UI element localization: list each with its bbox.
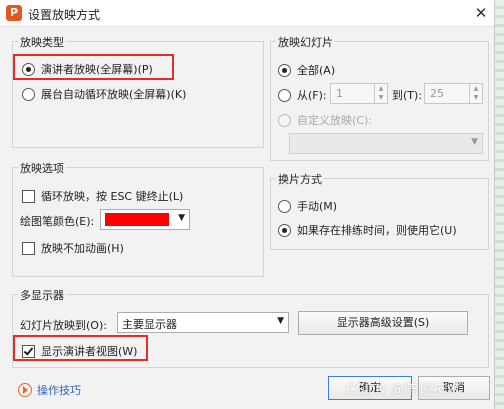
no-animation-checkbox[interactable]: 放映不加动画(H): [22, 240, 124, 256]
monitor-advanced-button[interactable]: 显示器高级设置(S): [298, 311, 468, 335]
radio-manual-indicator[interactable]: [278, 199, 291, 213]
radio-use-timings[interactable]: 如果存在排练时间，则使用它(U): [278, 222, 457, 238]
background-window-edge: [495, 0, 504, 409]
to-label: 到(T):: [392, 89, 423, 102]
timings-label: 如果存在排练时间，则使用它(U): [297, 224, 457, 237]
radio-manual-advance[interactable]: 手动(M): [278, 198, 337, 214]
advance-group: [270, 178, 489, 250]
radio-all-label: 全部(A): [297, 64, 336, 77]
highlight-box-presenter: [13, 54, 174, 80]
show-on-select[interactable]: 主要显示器 ▼: [117, 312, 289, 333]
show-on-value: 主要显示器: [122, 318, 177, 331]
chevron-down-icon: ▼: [471, 137, 478, 147]
show-type-legend: 放映类型: [18, 34, 66, 50]
watermark-text: CSDN @陈说技术: [346, 382, 461, 398]
loop-checkbox-box[interactable]: [22, 189, 35, 203]
chevron-down-icon: ▼: [277, 316, 284, 326]
tips-link[interactable]: 操作技巧: [18, 382, 81, 398]
show-on-label: 幻灯片放映到(O):: [20, 319, 107, 332]
pen-color-label: 绘图笔颜色(E):: [20, 215, 95, 228]
close-icon[interactable]: ✕: [472, 4, 490, 22]
radio-custom-indicator[interactable]: [278, 113, 291, 127]
dialog-window: P 设置放映方式 ✕ 放映类型 演讲者放映(全屏幕)(P) 展台自动循环放映(全…: [0, 0, 495, 409]
spinner-arrows-icon[interactable]: ▲ ▼: [469, 84, 482, 103]
radio-kiosk-mode[interactable]: 展台自动循环放映(全屏幕)(K): [22, 86, 186, 102]
loop-label: 循环放映，按 ESC 键终止(L): [41, 190, 184, 203]
spinner-arrows-icon[interactable]: ▲ ▼: [374, 84, 387, 103]
radio-timings-indicator[interactable]: [278, 223, 291, 237]
radio-custom-show[interactable]: 自定义放映(C):: [278, 112, 372, 128]
to-spinner[interactable]: 25 ▲ ▼: [424, 83, 483, 104]
loop-checkbox[interactable]: 循环放映，按 ESC 键终止(L): [22, 188, 183, 204]
from-value: 1: [336, 87, 343, 100]
show-options-legend: 放映选项: [18, 160, 66, 176]
title-bar: P 设置放映方式 ✕: [0, 0, 494, 27]
radio-from-indicator[interactable]: [278, 88, 291, 102]
highlight-box-presenter-view: [13, 335, 148, 361]
no-animation-checkbox-box[interactable]: [22, 241, 35, 255]
dialog-title: 设置放映方式: [28, 8, 101, 22]
advance-legend: 换片方式: [276, 171, 324, 187]
radio-kiosk-label: 展台自动循环放映(全屏幕)(K): [41, 88, 187, 101]
radio-all-indicator[interactable]: [278, 63, 291, 77]
radio-from-slide[interactable]: 从(F):: [278, 87, 327, 103]
manual-label: 手动(M): [297, 200, 338, 213]
from-spinner[interactable]: 1 ▲ ▼: [330, 83, 388, 104]
from-label: 从(F):: [297, 89, 327, 102]
to-value: 25: [430, 87, 444, 100]
no-animation-label: 放映不加动画(H): [41, 242, 124, 255]
monitors-legend: 多显示器: [18, 287, 66, 303]
chevron-down-icon: ▼: [178, 213, 185, 223]
play-tips-icon: [18, 383, 32, 397]
tips-label: 操作技巧: [37, 384, 81, 397]
radio-all-slides[interactable]: 全部(A): [278, 62, 335, 78]
custom-show-label: 自定义放映(C):: [297, 114, 372, 127]
pen-color-swatch: [105, 213, 169, 226]
slides-legend: 放映幻灯片: [276, 34, 335, 50]
pen-color-select[interactable]: ▼: [100, 209, 190, 230]
radio-kiosk-indicator[interactable]: [22, 87, 35, 101]
custom-show-select[interactable]: ▼: [289, 133, 483, 154]
presentation-app-icon: P: [6, 5, 22, 21]
